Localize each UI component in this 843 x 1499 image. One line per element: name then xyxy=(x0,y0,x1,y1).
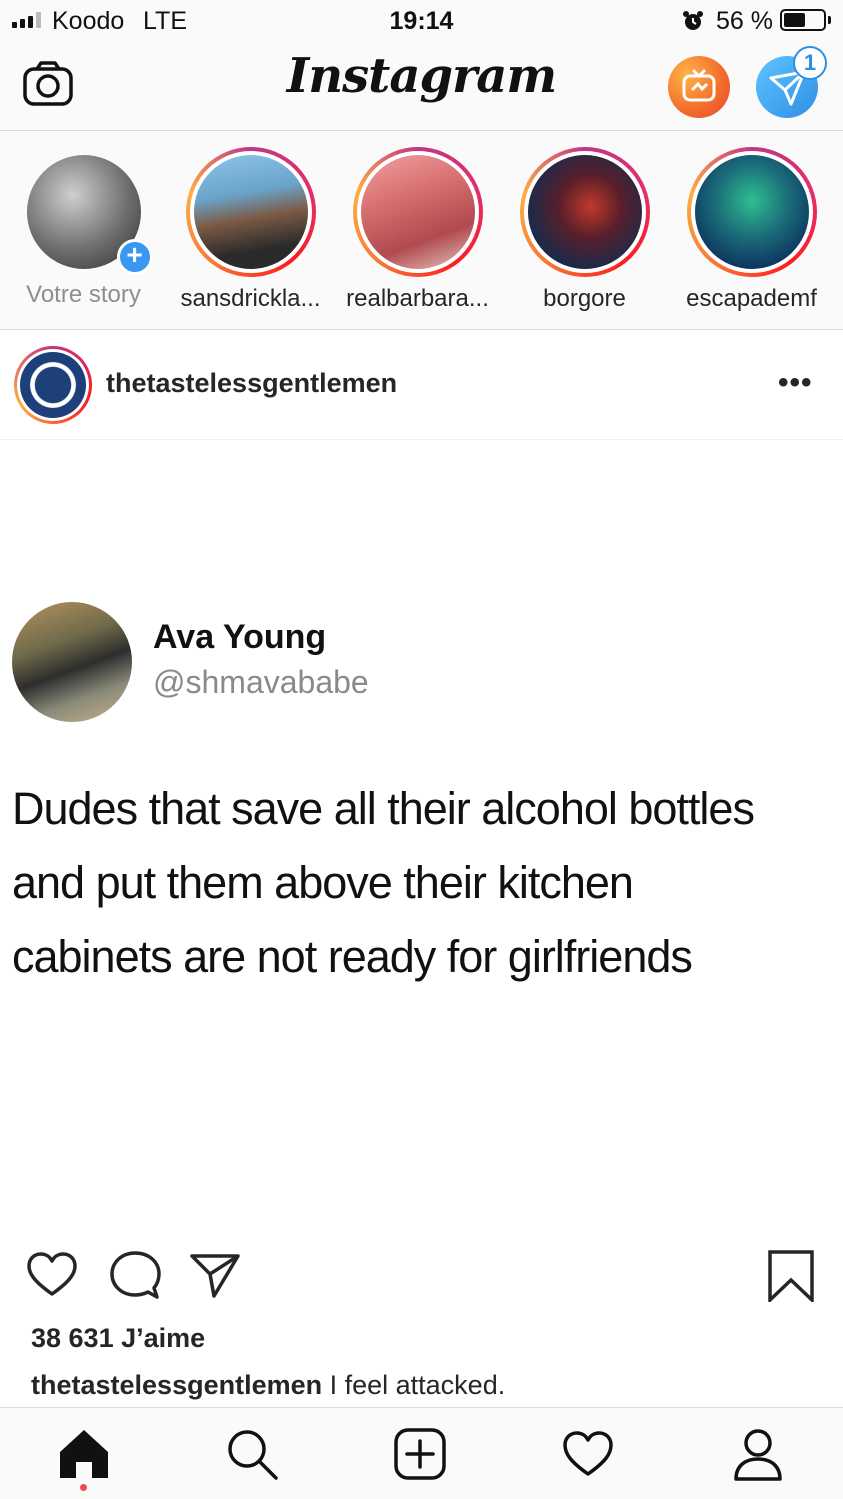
story-item[interactable]: escapademf xyxy=(668,147,835,313)
battery-percent: 56 % xyxy=(716,7,773,35)
tweet-text-line: cabinets are not ready for girlfriends xyxy=(12,931,693,982)
tweet-text-line: Dudes that save all their alcohol bottle… xyxy=(12,783,755,834)
story-ring xyxy=(352,147,483,277)
comment-icon[interactable] xyxy=(108,1248,162,1302)
story-label: borgore xyxy=(543,285,626,312)
story-ring xyxy=(185,147,316,277)
story-item[interactable]: realbarbara... xyxy=(334,147,501,313)
story-label: Votre story xyxy=(26,281,141,308)
caption-text: I feel attacked. xyxy=(322,1370,506,1400)
post-header: thetastelessgentlemen ••• xyxy=(0,330,843,440)
battery-cap xyxy=(828,16,831,24)
story-item[interactable]: borgore xyxy=(501,147,668,313)
battery-icon xyxy=(780,9,826,31)
story-own[interactable]: + Votre story xyxy=(0,147,167,309)
tweet-handle: @shmavababe xyxy=(153,664,369,700)
story-item[interactable]: sansdrickla... xyxy=(167,147,334,313)
post-image[interactable]: Ava Young @shmavababe Dudes that save al… xyxy=(0,440,843,1240)
more-options-icon[interactable]: ••• xyxy=(778,366,818,399)
status-bar: Koodo LTE 19:14 56 % xyxy=(0,0,843,44)
home-active-dot xyxy=(80,1484,87,1491)
like-icon[interactable] xyxy=(25,1248,79,1302)
igtv-icon[interactable] xyxy=(668,56,730,118)
tweet-avatar xyxy=(12,602,132,722)
app-header: Instagram 1 xyxy=(0,44,843,131)
story-ring xyxy=(519,147,650,277)
direct-message-badge: 1 xyxy=(793,46,827,80)
bottom-nav xyxy=(0,1407,843,1499)
story-avatar: + xyxy=(26,155,153,275)
profile-icon[interactable] xyxy=(730,1426,786,1482)
alarm-icon xyxy=(683,11,703,30)
story-ring xyxy=(686,147,817,277)
tweet-text: Dudes that save all their alcohol bottle… xyxy=(12,772,842,994)
story-label: realbarbara... xyxy=(346,285,489,312)
search-icon[interactable] xyxy=(224,1426,280,1482)
add-story-icon[interactable]: + xyxy=(116,239,153,275)
post-actions xyxy=(0,1240,843,1310)
add-post-icon[interactable] xyxy=(392,1426,448,1482)
activity-heart-icon[interactable] xyxy=(560,1426,616,1482)
story-label: sansdrickla... xyxy=(180,285,321,312)
post-caption: thetastelessgentlemen I feel attacked. xyxy=(31,1370,505,1401)
save-bookmark-icon[interactable] xyxy=(764,1248,818,1302)
tweet-author-name: Ava Young xyxy=(153,618,327,656)
caption-username[interactable]: thetastelessgentlemen xyxy=(31,1370,322,1400)
likes-count[interactable]: 38 631 J’aime xyxy=(31,1323,205,1354)
share-icon[interactable] xyxy=(188,1248,242,1302)
stories-tray: + Votre story sansdrickla... realbarbara… xyxy=(0,131,843,330)
home-icon[interactable] xyxy=(56,1426,112,1482)
post-username[interactable]: thetastelessgentlemen xyxy=(106,368,397,399)
tweet-text-line: and put them above their kitchen xyxy=(12,857,634,908)
post-author-avatar[interactable] xyxy=(14,346,92,424)
story-label: escapademf xyxy=(686,285,817,312)
